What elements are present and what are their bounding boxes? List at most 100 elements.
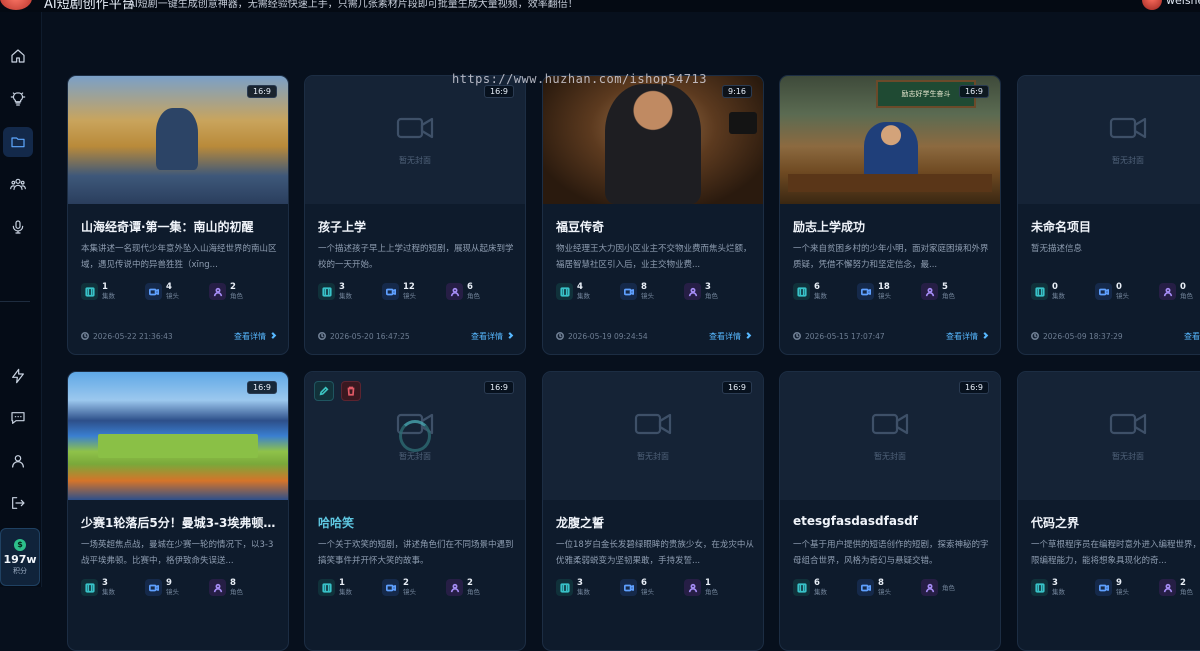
project-card[interactable]: 暂无封面 16:9 etesgfasdasdfasdf 一个基于用户提供的短语创作的短… xyxy=(779,371,1001,651)
roles-label: 角色 xyxy=(942,583,955,592)
project-card[interactable]: 16:9 少赛1轮落后5分！曼城3-3埃弗顿... 一场英超焦点战，曼城在少赛一轮的… xyxy=(67,371,289,651)
stat-shots: 6 镜头 xyxy=(620,579,684,596)
view-detail-link[interactable]: 查看详情 xyxy=(709,331,752,342)
roles-count: 2 xyxy=(230,282,236,292)
project-card[interactable]: 暂无封面 16:9 哈哈笑 一个关于欢笑的短剧，讲述角色们在不同场景中遇到搞笑事件并开… xyxy=(304,371,526,651)
sidebar-item-logout[interactable] xyxy=(3,488,33,518)
view-detail-link[interactable]: 查看详情 xyxy=(1184,331,1200,342)
sidebar-item-characters[interactable] xyxy=(3,169,33,199)
project-title[interactable]: 少赛1轮落后5分！曼城3-3埃弗顿... xyxy=(81,514,277,531)
aspect-ratio-badge: 9:16 xyxy=(722,85,752,98)
stat-roles: 2 角色 xyxy=(209,283,273,300)
project-title[interactable]: 哈哈笑 xyxy=(318,514,514,531)
project-title[interactable]: 励志上学成功 xyxy=(793,218,989,235)
project-title[interactable]: 孩子上学 xyxy=(318,218,514,235)
project-description: 暂无描述信息 xyxy=(1031,244,1083,254)
view-detail-link[interactable]: 查看详情 xyxy=(234,331,277,342)
top-bar: AI短剧创作平台 AI短剧一键生成创意神器，无需经验快速上手，只需几张素材片段即… xyxy=(0,0,1200,12)
project-cover[interactable]: 暂无封面 xyxy=(1018,372,1200,500)
sidebar-item-ideas[interactable] xyxy=(3,84,33,114)
episodes-label: 集数 xyxy=(577,588,590,596)
sidebar-item-home[interactable] xyxy=(3,41,33,71)
project-stats: 0 集数 0 镜头 0 角色 xyxy=(1031,283,1200,300)
shots-label: 镜头 xyxy=(1116,588,1129,596)
sidebar-item-messages[interactable] xyxy=(3,403,33,433)
stat-episodes: 1 集数 xyxy=(81,283,145,300)
stat-roles: 2 角色 xyxy=(446,579,510,596)
stat-roles: 3 角色 xyxy=(684,283,748,300)
episodes-count: 4 xyxy=(577,282,583,292)
points-value: 197w xyxy=(3,552,37,566)
camera-icon xyxy=(857,283,874,300)
cover-figure xyxy=(864,122,918,182)
stat-roles: 5 角色 xyxy=(921,283,985,300)
project-title[interactable]: 山海经奇谭·第一集：南山的初醒 xyxy=(81,218,277,235)
stat-shots: 9 镜头 xyxy=(145,579,209,596)
project-card[interactable]: 9:16 福豆传奇 物业经理王大力因小区业主不交物业费而焦头烂额，福居智慧社区引入后… xyxy=(542,75,764,355)
project-description: 一场英超焦点战，曼城在少赛一轮的情况下，以3-3战平埃弗顿。比赛中，格伊致命失误… xyxy=(81,540,274,566)
avatar[interactable] xyxy=(1142,0,1162,10)
brand-logo[interactable] xyxy=(0,0,32,10)
date-text: 2026-05-15 17:07:47 xyxy=(805,332,885,341)
video-placeholder-icon xyxy=(1109,115,1147,145)
edit-button[interactable] xyxy=(314,381,334,401)
stat-episodes: 1 集数 xyxy=(318,579,382,596)
edit-icon xyxy=(319,386,329,396)
clock-icon xyxy=(793,331,805,342)
stat-episodes: 6 集数 xyxy=(793,579,857,596)
no-cover-label: 暂无封面 xyxy=(399,155,431,165)
sidebar-item-profile[interactable] xyxy=(3,446,33,476)
project-card[interactable]: 暂无封面 16:9 孩子上学 一个描述孩子早上上学过程的短剧，展现从起床到学校的一天开… xyxy=(304,75,526,355)
points-balance[interactable]: $ 197w 积分 xyxy=(0,528,40,586)
no-cover-label: 暂无封面 xyxy=(399,451,431,461)
episodes-label: 集数 xyxy=(339,292,352,300)
project-card[interactable]: 暂无封面代码之界一个草根程序员在编程时意外进入编程世界，获得无限编程能力，能将想… xyxy=(1017,371,1200,651)
shots-label: 镜头 xyxy=(641,292,654,300)
project-card[interactable]: 暂无封面 未命名项目 暂无描述信息 0 集数 0 镜头 0 角色 2026-05-09 18:37… xyxy=(1017,75,1200,355)
project-title[interactable]: 龙腹之誓 xyxy=(556,514,752,531)
episodes-label: 集数 xyxy=(339,588,352,596)
camera-icon xyxy=(1095,283,1112,300)
roles-count: 6 xyxy=(467,282,473,292)
project-card[interactable]: 16:9 山海经奇谭·第一集：南山的初醒 本集讲述一名现代少年意外坠入山海经世界的南… xyxy=(67,75,289,355)
camera-icon xyxy=(1095,579,1112,596)
view-detail-link[interactable]: 查看详情 xyxy=(471,331,514,342)
sidebar-item-quick[interactable] xyxy=(3,361,33,391)
project-card[interactable]: 暂无封面 16:9 龙腹之誓 一位18岁白金长发碧绿眼眸的贵族少女，在龙灾中从优雅柔弱… xyxy=(542,371,764,651)
chevron-right-icon xyxy=(741,332,752,341)
sidebar-item-projects[interactable] xyxy=(3,127,33,157)
camera-icon xyxy=(145,283,162,300)
users-icon xyxy=(10,178,26,190)
delete-button[interactable] xyxy=(341,381,361,401)
roles-count: 3 xyxy=(705,282,711,292)
character-icon xyxy=(209,579,226,596)
date-text: 2026-05-22 21:36:43 xyxy=(93,332,173,341)
shots-label: 镜头 xyxy=(166,292,179,300)
episodes-label: 集数 xyxy=(102,292,115,300)
episodes-count: 6 xyxy=(814,282,820,292)
aspect-ratio-badge: 16:9 xyxy=(247,381,277,394)
episodes-label: 集数 xyxy=(814,588,827,596)
roles-label: 角色 xyxy=(942,292,955,300)
episodes-count: 0 xyxy=(1052,282,1058,292)
stat-episodes: 3 集数 xyxy=(1031,579,1095,596)
film-icon xyxy=(1031,579,1048,596)
project-title[interactable]: 福豆传奇 xyxy=(556,218,752,235)
chevron-right-icon xyxy=(503,332,514,341)
trash-icon xyxy=(347,386,355,396)
user-name[interactable]: weishe xyxy=(1166,0,1200,7)
sidebar-item-voice[interactable] xyxy=(3,212,33,242)
logout-icon xyxy=(12,497,25,509)
created-date: 2026-05-19 09:24:54 xyxy=(556,331,648,342)
view-detail-label: 查看详情 xyxy=(1184,332,1200,341)
project-cover[interactable]: 暂无封面 xyxy=(1018,76,1200,204)
project-title[interactable]: etesgfasdasdfasdf xyxy=(793,514,989,528)
project-card[interactable]: 励志好学生奋斗 16:9 励志上学成功 一个来自贫困乡村的少年小明，面对家庭困境和外界… xyxy=(779,75,1001,355)
film-icon xyxy=(81,283,98,300)
project-title[interactable]: 代码之界 xyxy=(1031,514,1200,531)
view-detail-link[interactable]: 查看详情 xyxy=(946,331,989,342)
project-title[interactable]: 未命名项目 xyxy=(1031,218,1200,235)
camera-icon xyxy=(145,579,162,596)
loading-spinner xyxy=(399,420,431,452)
shots-label: 镜头 xyxy=(166,588,179,596)
